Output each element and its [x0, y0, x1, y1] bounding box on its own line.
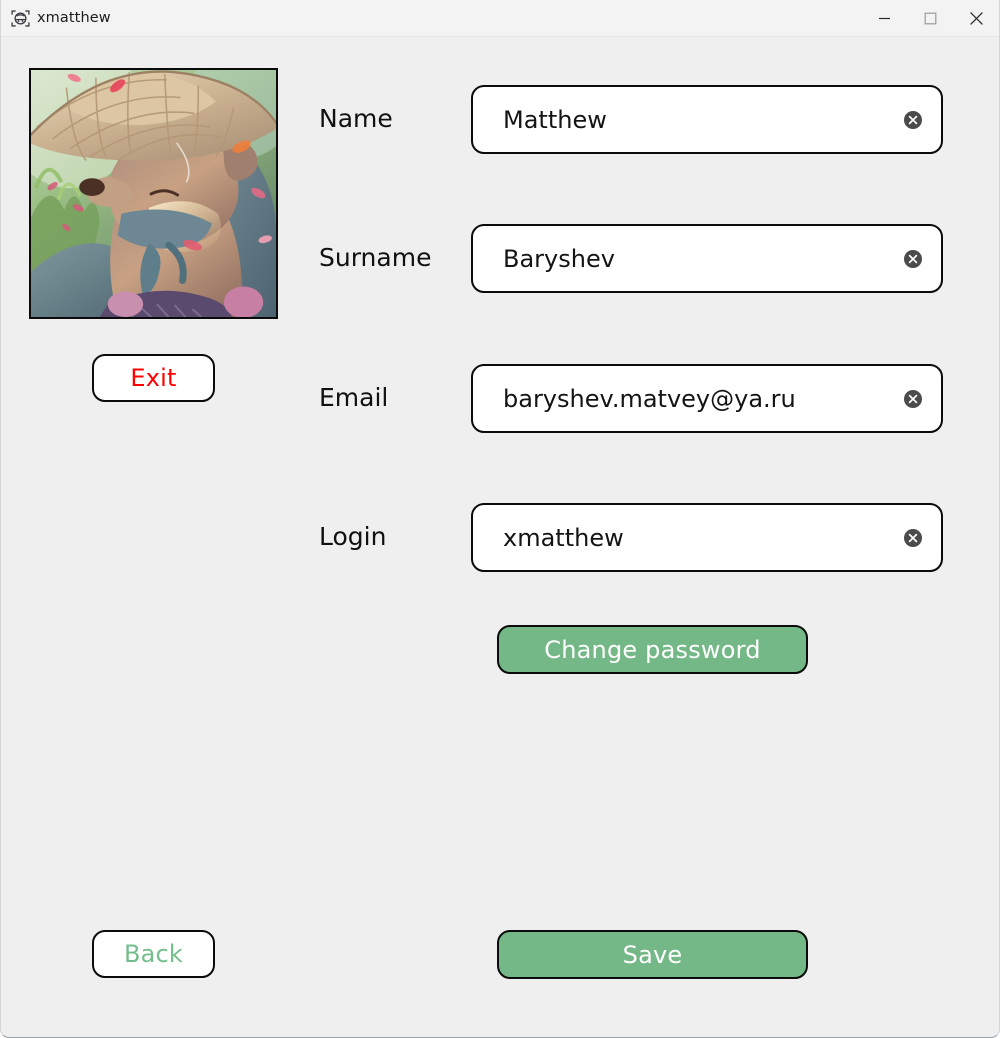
exit-button[interactable]: Exit	[92, 354, 215, 402]
minimize-button[interactable]	[861, 0, 907, 37]
close-button[interactable]	[953, 0, 999, 37]
login-field[interactable]: xmatthew	[471, 503, 943, 572]
back-button[interactable]: Back	[92, 930, 215, 978]
clear-circle-icon-name[interactable]	[903, 110, 923, 130]
name-field-value: Matthew	[503, 105, 607, 134]
title-bar: xmatthew	[1, 0, 999, 37]
face-scan-icon	[10, 8, 31, 29]
maximize-icon	[924, 12, 937, 25]
maximize-button[interactable]	[907, 0, 953, 37]
back-button-label: Back	[123, 940, 184, 968]
login-field-value: xmatthew	[503, 523, 624, 552]
save-button-label: Save	[622, 940, 683, 969]
name-field[interactable]: Matthew	[471, 85, 943, 154]
window-controls	[861, 0, 999, 37]
avatar[interactable]	[29, 68, 278, 319]
minimize-icon	[878, 12, 891, 25]
email-field-value: baryshev.matvey@ya.ru	[503, 384, 796, 413]
surname-field-value: Baryshev	[503, 244, 615, 273]
label-login: Login	[319, 522, 387, 551]
surname-field[interactable]: Baryshev	[471, 224, 943, 293]
close-icon	[969, 11, 984, 26]
label-name: Name	[319, 104, 393, 133]
save-button[interactable]: Save	[497, 930, 808, 979]
clear-circle-icon-surname[interactable]	[903, 249, 923, 269]
window-title: xmatthew	[37, 10, 111, 26]
clear-circle-icon-login[interactable]	[903, 528, 923, 548]
label-email: Email	[319, 383, 389, 412]
exit-button-label: Exit	[130, 364, 177, 392]
change-password-button[interactable]: Change password	[497, 625, 808, 674]
profile-window: xmatthew Exit Name Matthew Surname Barys…	[0, 0, 1000, 1038]
clear-circle-icon-email[interactable]	[903, 389, 923, 409]
label-surname: Surname	[319, 243, 432, 272]
change-password-label: Change password	[544, 635, 761, 664]
email-field[interactable]: baryshev.matvey@ya.ru	[471, 364, 943, 433]
avatar-image	[31, 70, 276, 317]
